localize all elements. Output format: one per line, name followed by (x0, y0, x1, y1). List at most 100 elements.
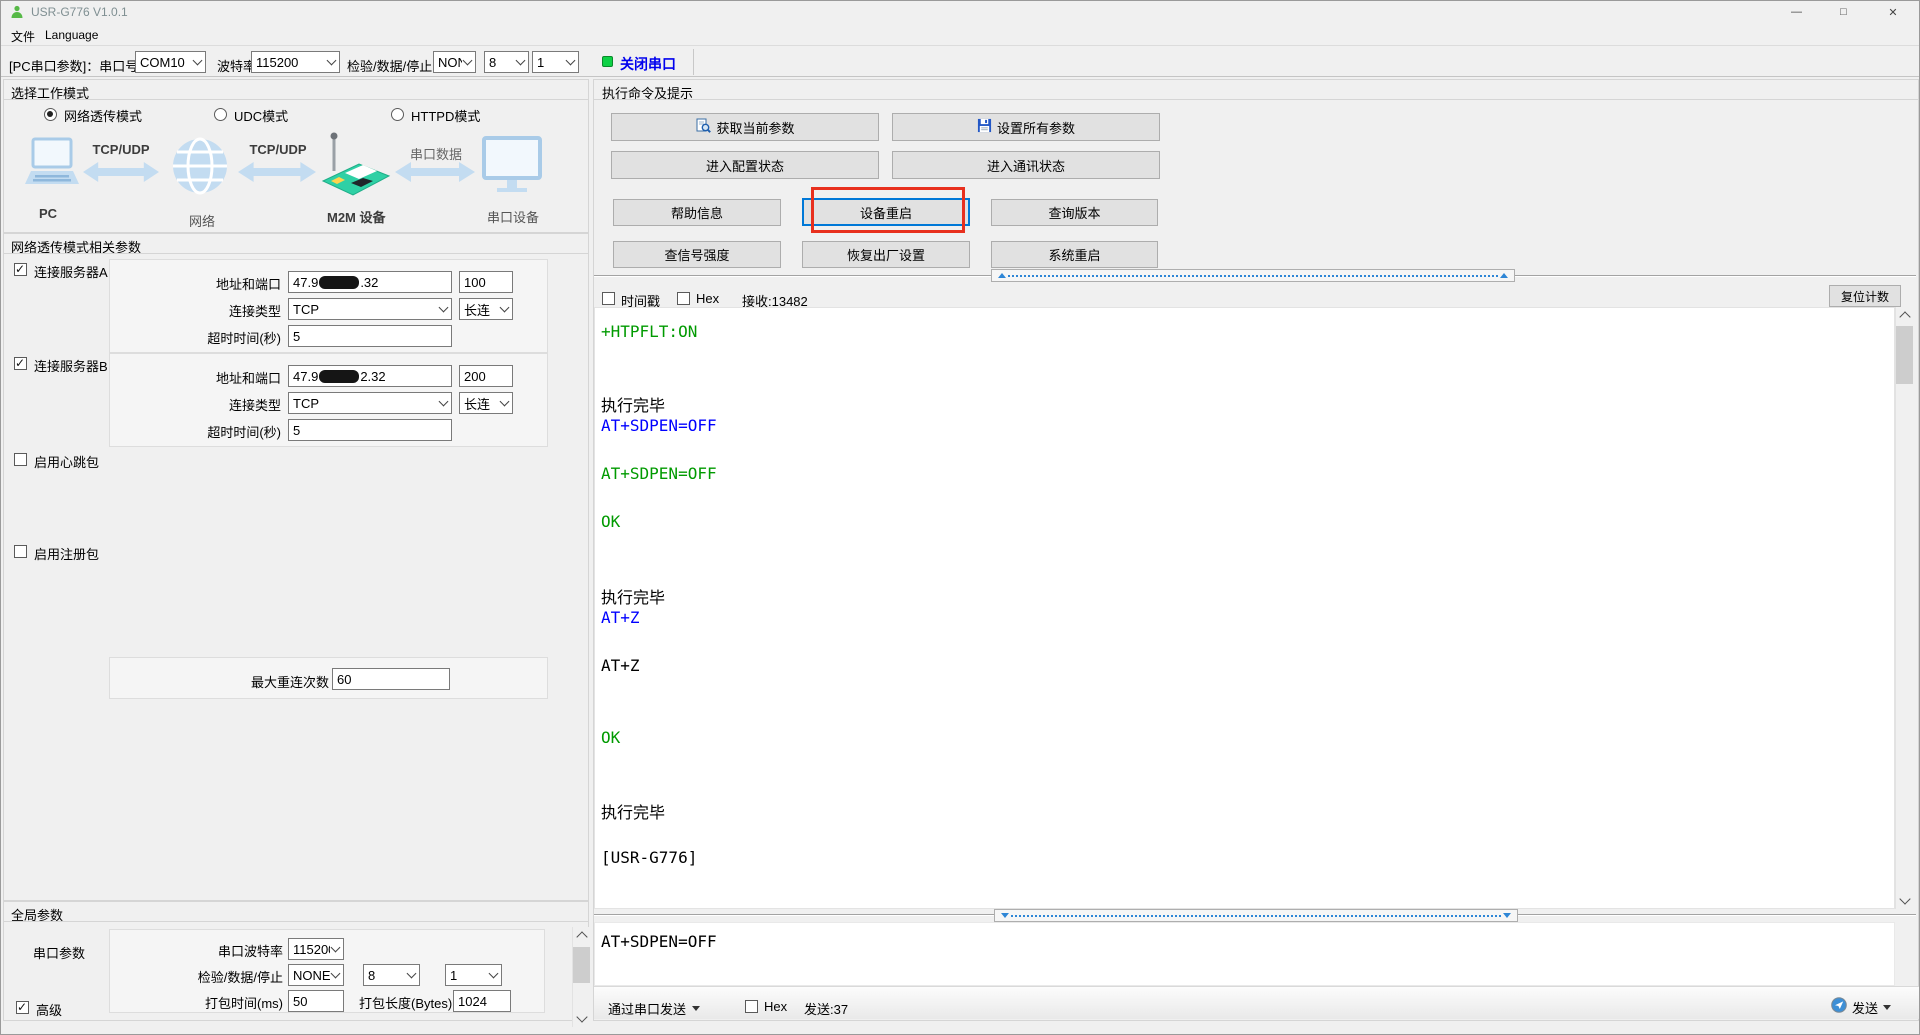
send-button-label: 发送 (1852, 998, 1878, 1017)
send-button[interactable]: 发送 (1831, 997, 1891, 1018)
device-restart-button[interactable]: 设备重启 (802, 198, 970, 226)
server-a-conn-select[interactable]: 长连 (459, 298, 513, 320)
server-b-timeout-input[interactable]: 5 (288, 419, 452, 441)
send-via-label: 通过串口发送 (608, 999, 686, 1018)
radio-udc-mode-label: UDC模式 (234, 106, 288, 125)
pack-time-label: 打包时间(ms) (201, 993, 283, 1012)
pack-time-input[interactable]: 50 (288, 990, 344, 1012)
serial-open-led-icon (602, 56, 613, 67)
menu-file[interactable]: 文件 (11, 28, 35, 45)
query-version-label: 查询版本 (1048, 203, 1100, 222)
server-b-conn-select[interactable]: 长连 (459, 392, 513, 414)
diagram-link2-label: TCP/UDP (244, 142, 312, 157)
server-a-address-input[interactable]: 47.9.32 (288, 271, 452, 293)
server-b-addr-label: 地址和端口 (161, 368, 281, 387)
server-b-port-value: 200 (464, 369, 486, 384)
receive-scrollbar-thumb[interactable] (1896, 326, 1913, 384)
receive-scrollbar[interactable] (1895, 307, 1912, 909)
global-baud-value: 115200 (293, 942, 330, 957)
left-scrollbar[interactable] (572, 927, 589, 1027)
server-b-addr-suffix: 2.32 (360, 369, 385, 384)
com-port-value: COM10 (140, 55, 192, 70)
register-checkbox[interactable] (14, 545, 27, 558)
close-button[interactable]: ✕ (1867, 1, 1919, 23)
stopbits-select[interactable]: 1 (532, 51, 579, 73)
send-hex-label: Hex (764, 999, 787, 1014)
help-button[interactable]: 帮助信息 (613, 199, 781, 226)
pack-len-input[interactable]: 1024 (453, 990, 511, 1012)
get-params-button[interactable]: 获取当前参数 (611, 113, 879, 141)
server-a-port-value: 100 (464, 275, 486, 290)
factory-reset-button[interactable]: 恢复出厂设置 (802, 241, 970, 268)
receive-hex-checkbox[interactable] (677, 292, 690, 305)
radio-udc-mode[interactable] (214, 108, 227, 121)
window-title: USR-G776 V1.0.1 (31, 5, 128, 19)
system-restart-button[interactable]: 系统重启 (991, 241, 1158, 268)
system-restart-label: 系统重启 (1048, 245, 1100, 264)
set-params-button[interactable]: 设置所有参数 (892, 113, 1160, 141)
global-stopbits-select[interactable]: 1 (445, 964, 502, 986)
menu-language[interactable]: Language (45, 28, 98, 42)
register-label: 启用注册包 (34, 544, 99, 563)
double-arrow-icon (395, 159, 475, 190)
server-a-type-select[interactable]: TCP (288, 298, 452, 320)
diagram-m2m-label: M2M 设备 (327, 207, 386, 226)
reconnect-input[interactable]: 60 (332, 668, 450, 690)
floppy-disk-icon (977, 118, 992, 136)
timestamp-checkbox[interactable] (602, 292, 615, 305)
chevron-down-icon (516, 56, 526, 66)
global-parity-select[interactable]: NONE (288, 964, 344, 986)
scroll-up-icon[interactable] (573, 927, 590, 944)
maximize-button[interactable]: □ (1820, 1, 1867, 23)
query-signal-button[interactable]: 查信号强度 (613, 241, 781, 268)
com-port-select[interactable]: COM10 (135, 51, 206, 73)
server-a-label: 连接服务器A (34, 262, 108, 281)
server-b-timeout-value: 5 (293, 423, 300, 438)
bottom-splitter-handle[interactable] (994, 909, 1518, 922)
scroll-down-icon[interactable] (1896, 892, 1913, 909)
heartbeat-checkbox[interactable] (14, 453, 27, 466)
server-a-addr-label: 地址和端口 (161, 274, 281, 293)
enter-comm-button[interactable]: 进入通讯状态 (892, 151, 1160, 179)
minimize-button[interactable]: — (1773, 1, 1820, 23)
send-hex-checkbox[interactable] (745, 1000, 758, 1013)
send-input-area[interactable]: AT+SDPEN=OFF (594, 922, 1895, 986)
server-b-type-select[interactable]: TCP (288, 392, 452, 414)
query-signal-label: 查信号强度 (664, 245, 729, 264)
left-scrollbar-thumb[interactable] (573, 947, 590, 983)
send-via-serial-dropdown[interactable]: 通过串口发送 (608, 999, 700, 1018)
chevron-down-icon (489, 969, 499, 979)
enter-config-button[interactable]: 进入配置状态 (611, 151, 879, 179)
radio-net-passthrough[interactable] (44, 108, 57, 121)
server-b-type-label: 连接类型 (161, 395, 281, 414)
global-baud-label: 串口波特率 (211, 941, 283, 960)
server-b-checkbox[interactable] (14, 357, 27, 370)
query-version-button[interactable]: 查询版本 (991, 199, 1158, 226)
global-baud-select[interactable]: 115200 (288, 938, 344, 960)
enter-comm-label: 进入通讯状态 (987, 156, 1065, 175)
advanced-checkbox[interactable] (16, 1001, 29, 1014)
scroll-up-icon[interactable] (1896, 307, 1913, 324)
top-splitter-handle[interactable] (991, 269, 1515, 282)
chevron-down-icon (1883, 1005, 1891, 1010)
splitter-dots (1011, 915, 1501, 917)
log-line: 执行完毕 (601, 584, 665, 608)
databits-select[interactable]: 8 (484, 51, 529, 73)
collapse-up-icon (1500, 273, 1508, 278)
global-databits-select[interactable]: 8 (363, 964, 420, 986)
server-a-timeout-input[interactable]: 5 (288, 325, 452, 347)
radio-httpd-mode[interactable] (391, 108, 404, 121)
reset-count-button[interactable]: 复位计数 (1829, 285, 1901, 307)
chevron-down-icon (566, 56, 576, 66)
server-a-port-input[interactable]: 100 (459, 271, 513, 293)
server-b-port-input[interactable]: 200 (459, 365, 513, 387)
close-serial-button[interactable]: 关闭串口 (597, 50, 687, 74)
received-log[interactable]: +HTPFLT:ON执行完毕AT+SDPEN=OFFAT+SDPEN=OFFOK… (594, 307, 1895, 909)
server-a-checkbox[interactable] (14, 263, 27, 276)
parity-select[interactable]: NONI (433, 51, 476, 73)
server-b-address-input[interactable]: 47.92.32 (288, 365, 452, 387)
baud-select[interactable]: 115200 (251, 51, 340, 73)
minimize-icon: — (1791, 6, 1802, 18)
chevron-down-icon (331, 943, 341, 953)
scroll-down-icon[interactable] (573, 1010, 590, 1027)
